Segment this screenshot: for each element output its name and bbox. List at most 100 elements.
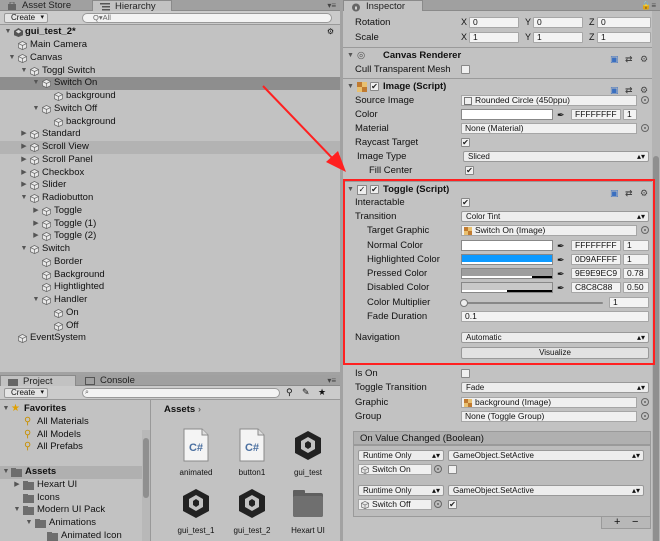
- graphic-field[interactable]: background (Image): [461, 397, 637, 408]
- object-picker-icon[interactable]: [641, 124, 649, 132]
- image-color-hex-field[interactable]: FFFFFFFF: [571, 109, 621, 120]
- image-enabled-checkbox[interactable]: [370, 82, 379, 91]
- image-script-header[interactable]: ▼ Image (Script) ▣ ⇄ ⚙: [343, 78, 660, 95]
- highlighted-color-hex-field[interactable]: 0D9AFFFF: [571, 254, 621, 265]
- project-search-input[interactable]: ⌕: [82, 388, 280, 398]
- remove-event-button[interactable]: −: [632, 516, 638, 528]
- normal-color-alpha-field[interactable]: 1: [623, 240, 649, 251]
- hierarchy-item[interactable]: background: [0, 116, 340, 129]
- hierarchy-item[interactable]: ▶ Scroll View: [0, 141, 340, 154]
- event-bool-checkbox[interactable]: [448, 500, 457, 509]
- expand-arrow-icon[interactable]: ▼: [32, 294, 40, 307]
- rotation-x-field[interactable]: 0: [469, 17, 519, 28]
- tab-hierarchy[interactable]: Hierarchy: [92, 0, 172, 12]
- hierarchy-item[interactable]: ▶ Standard: [0, 128, 340, 141]
- collapse-arrow-icon[interactable]: ▶: [20, 141, 28, 154]
- favorites-row[interactable]: ▼ ★ Favorites: [0, 403, 150, 416]
- assets-root-row[interactable]: ▼ Assets: [0, 466, 150, 479]
- breadcrumb-assets[interactable]: Assets: [164, 404, 195, 415]
- hierarchy-item[interactable]: ▼ Switch Off: [0, 103, 340, 116]
- breadcrumb[interactable]: Assets ›: [164, 404, 201, 415]
- is-on-checkbox[interactable]: [461, 369, 470, 378]
- hierarchy-item[interactable]: Border: [0, 256, 340, 269]
- rotation-y-field[interactable]: 0: [533, 17, 583, 28]
- normal-color-hex-field[interactable]: FFFFFFFF: [571, 240, 621, 251]
- eyedropper-icon[interactable]: ✒: [557, 268, 567, 281]
- image-type-dropdown[interactable]: Sliced ▴▾: [463, 151, 649, 162]
- hierarchy-item[interactable]: Off: [0, 320, 340, 333]
- hierarchy-item[interactable]: ▶ Toggle: [0, 205, 340, 218]
- hierarchy-item[interactable]: On: [0, 307, 340, 320]
- collapse-arrow-icon[interactable]: ▶: [32, 218, 40, 231]
- highlighted-color-alpha-field[interactable]: 1: [623, 254, 649, 265]
- eyedropper-icon[interactable]: ✒: [557, 109, 567, 122]
- inspector-scrollbar[interactable]: [652, 11, 660, 541]
- collapse-arrow-icon[interactable]: ▶: [20, 179, 28, 192]
- hierarchy-item[interactable]: ▼ Handler: [0, 294, 340, 307]
- tab-inspector[interactable]: Inspector: [343, 0, 423, 12]
- scene-menu-icon[interactable]: ⚙: [327, 26, 334, 39]
- image-color-alpha-field[interactable]: 1: [623, 109, 637, 120]
- panel-menu-icon[interactable]: ▾≡: [327, 1, 336, 10]
- asset-folder-item[interactable]: ▼ Modern UI Pack: [0, 504, 150, 517]
- object-picker-icon[interactable]: [641, 398, 649, 406]
- hierarchy-item[interactable]: ▶ Scroll Panel: [0, 154, 340, 167]
- asset-folder-item[interactable]: Icons: [0, 492, 150, 505]
- pressed-color-swatch[interactable]: [461, 268, 553, 279]
- hierarchy-item[interactable]: ▼ Switch: [0, 243, 340, 256]
- rotation-z-field[interactable]: 0: [597, 17, 651, 28]
- color-multiplier-slider-knob[interactable]: [460, 299, 468, 307]
- fold-arrow-icon[interactable]: ▼: [347, 48, 354, 64]
- filter-label-icon[interactable]: ✎: [302, 387, 310, 398]
- expand-arrow-icon[interactable]: ▼: [20, 65, 28, 78]
- pressed-color-alpha-field[interactable]: 0.78: [623, 268, 649, 279]
- hierarchy-item[interactable]: ▼ Toggl Switch: [0, 65, 340, 78]
- collapse-arrow-icon[interactable]: ▶: [20, 128, 28, 141]
- function-dropdown[interactable]: GameObject.SetActive ▴▾: [448, 450, 644, 461]
- group-field[interactable]: None (Toggle Group): [461, 411, 637, 422]
- object-picker-icon[interactable]: [641, 412, 649, 420]
- expand-arrow-icon[interactable]: ▶: [13, 479, 21, 492]
- expand-arrow-icon[interactable]: ▼: [4, 26, 12, 39]
- hierarchy-item[interactable]: background: [0, 90, 340, 103]
- tab-project[interactable]: Project: [0, 375, 76, 387]
- runtime-dropdown[interactable]: Runtime Only ▴▾: [358, 450, 444, 461]
- expand-arrow-icon[interactable]: ▼: [2, 403, 10, 416]
- panel-menu-icon[interactable]: ▾≡: [327, 376, 336, 385]
- lock-icon[interactable]: 🔒≡: [641, 1, 656, 10]
- image-color-swatch[interactable]: [461, 109, 553, 120]
- add-event-button[interactable]: +: [614, 516, 620, 528]
- fold-arrow-icon[interactable]: ▼: [347, 79, 354, 95]
- hierarchy-item[interactable]: ▼ Radiobutton: [0, 192, 340, 205]
- event-target-field[interactable]: Switch On: [358, 464, 432, 475]
- event-target-field[interactable]: Switch Off: [358, 499, 432, 510]
- raycast-target-checkbox[interactable]: [461, 138, 470, 147]
- hierarchy-item[interactable]: ▶ Slider: [0, 179, 340, 192]
- navigation-dropdown[interactable]: Automatic ▴▾: [461, 332, 649, 343]
- color-multiplier-field[interactable]: 1: [609, 297, 649, 308]
- hierarchy-item[interactable]: ▼ Canvas: [0, 52, 340, 65]
- toggle-enabled-checkbox[interactable]: [370, 185, 379, 194]
- object-picker-icon[interactable]: [641, 226, 649, 234]
- runtime-dropdown[interactable]: Runtime Only ▴▾: [358, 485, 444, 496]
- expand-arrow-icon[interactable]: ▼: [32, 103, 40, 116]
- tab-asset-store[interactable]: Asset Store: [0, 0, 92, 11]
- expand-arrow-icon[interactable]: ▼: [20, 192, 28, 205]
- collapse-arrow-icon[interactable]: ▶: [20, 154, 28, 167]
- hierarchy-item[interactable]: ▶ Toggle (2): [0, 230, 340, 243]
- hierarchy-item[interactable]: EventSystem: [0, 332, 340, 345]
- scale-x-field[interactable]: 1: [469, 32, 519, 43]
- project-create-button[interactable]: Create: [4, 388, 49, 398]
- event-bool-checkbox[interactable]: [448, 465, 457, 474]
- fade-duration-field[interactable]: 0.1: [461, 311, 649, 322]
- folder-tree-scrollbar[interactable]: [142, 430, 150, 541]
- fill-center-checkbox[interactable]: [465, 166, 474, 175]
- highlighted-color-swatch[interactable]: [461, 254, 553, 265]
- filter-type-icon[interactable]: ⚲: [286, 387, 293, 398]
- object-picker-icon[interactable]: [434, 465, 442, 473]
- eyedropper-icon[interactable]: ✒: [557, 254, 567, 267]
- disabled-color-alpha-field[interactable]: 0.50: [623, 282, 649, 293]
- asset-folder-item[interactable]: Animated Icon: [0, 530, 150, 541]
- interactable-checkbox[interactable]: [461, 198, 470, 207]
- expand-arrow-icon[interactable]: ▼: [32, 77, 40, 90]
